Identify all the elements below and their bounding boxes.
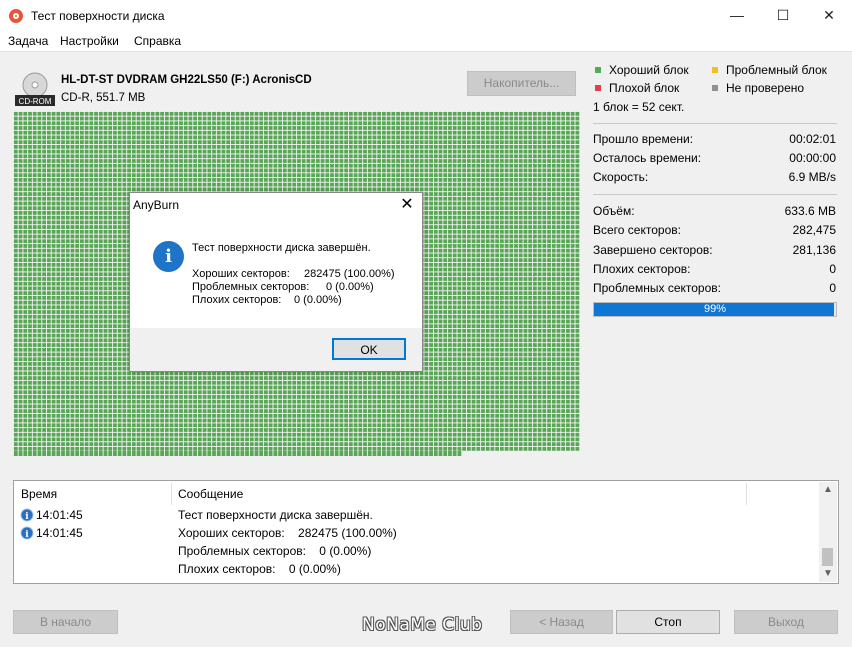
column-separator[interactable] <box>171 483 172 505</box>
exit-button[interactable]: Выход <box>734 610 838 634</box>
log-header-message[interactable]: Сообщение <box>178 487 243 501</box>
watermark: NoNaMe Club <box>362 615 483 635</box>
dialog-problem-label: Проблемных секторов: <box>192 281 310 293</box>
elapsed-value: 00:02:01 <box>789 132 836 146</box>
menu-help[interactable]: Справка <box>134 34 181 48</box>
done-sectors-label: Завершено секторов: <box>593 243 713 257</box>
completion-dialog: AnyBurn ✕ i Тест поверхности диска завер… <box>129 192 423 372</box>
log-header-time[interactable]: Время <box>21 487 57 501</box>
drive-name: HL-DT-ST DVDRAM GH22LS50 (F:) AcronisCD <box>61 74 312 86</box>
log-row-message: Хороших секторов: 282475 (100.00%) <box>178 526 397 540</box>
legend-bad: Плохой блок <box>609 81 680 95</box>
stats-divider <box>593 123 837 124</box>
scroll-up-icon[interactable]: ▲ <box>819 484 837 495</box>
block-size-note: 1 блок = 52 сект. <box>593 100 685 114</box>
legend-problem: Проблемный блок <box>726 63 827 77</box>
log-row-message: Плохих секторов: 0 (0.00%) <box>178 562 341 576</box>
volume-label: Объём: <box>593 204 635 218</box>
cd-drive-icon: CD-ROM <box>15 72 55 106</box>
progress-text: 99% <box>703 303 727 315</box>
drive-info: CD-R, 551.7 MB <box>61 92 146 104</box>
bad-sectors-value: 0 <box>829 262 836 276</box>
dialog-title: AnyBurn <box>133 198 180 212</box>
remaining-label: Осталось времени: <box>593 151 702 165</box>
scroll-down-icon[interactable]: ▼ <box>819 568 837 579</box>
app-icon <box>9 9 23 23</box>
problem-sectors-label: Проблемных секторов: <box>593 281 721 295</box>
problem-sectors-value: 0 <box>829 281 836 295</box>
info-icon: i <box>20 526 34 540</box>
window-title: Тест поверхности диска <box>31 9 165 23</box>
log-row-message: Тест поверхности диска завершён. <box>178 508 373 522</box>
ok-button[interactable]: OK <box>332 338 406 360</box>
dialog-good-value: 282475 (100.00%) <box>304 268 395 280</box>
stop-button[interactable]: Стоп <box>616 610 720 634</box>
menu-settings[interactable]: Настройки <box>60 34 119 48</box>
log-panel: Время Сообщение i 14:01:45 Тест поверхно… <box>13 480 839 584</box>
menu-task[interactable]: Задача <box>8 34 48 48</box>
start-button[interactable]: В начало <box>13 610 118 634</box>
scroll-thumb[interactable] <box>822 548 833 566</box>
dialog-problem-value: 0 (0.00%) <box>326 281 374 293</box>
elapsed-label: Прошло времени: <box>593 132 694 146</box>
speed-label: Скорость: <box>593 170 649 184</box>
log-row-time: 14:01:45 <box>36 526 83 540</box>
dialog-good-label: Хороших секторов: <box>192 268 290 280</box>
unchecked-block-swatch <box>712 85 718 91</box>
legend-good: Хороший блок <box>609 63 689 77</box>
volume-value: 633.6 MB <box>784 204 836 218</box>
dialog-message: Тест поверхности диска завершён. <box>192 242 371 254</box>
cd-rom-badge: CD-ROM <box>19 97 52 106</box>
drive-select-button[interactable]: Накопитель... <box>467 71 576 96</box>
dialog-bad-value: 0 (0.00%) <box>294 294 342 306</box>
minimize-button[interactable]: — <box>714 0 760 31</box>
dialog-bad-label: Плохих секторов: <box>192 294 282 306</box>
log-scrollbar[interactable]: ▲ ▼ <box>819 482 837 582</box>
close-button[interactable]: ✕ <box>806 0 852 31</box>
svg-text:i: i <box>25 530 29 540</box>
info-icon: i <box>153 241 184 272</box>
problem-block-swatch <box>712 67 718 73</box>
svg-text:i: i <box>25 512 29 522</box>
total-sectors-label: Всего секторов: <box>593 223 681 237</box>
maximize-button[interactable]: ☐ <box>760 0 806 31</box>
dialog-close-icon[interactable]: ✕ <box>392 193 422 217</box>
bad-sectors-label: Плохих секторов: <box>593 262 691 276</box>
total-sectors-value: 282,475 <box>792 223 836 237</box>
stats-divider <box>593 194 837 195</box>
good-block-swatch <box>595 67 601 73</box>
progress-bar: 99% <box>593 302 837 317</box>
block-map-last-row <box>13 451 462 456</box>
speed-value: 6.9 MB/s <box>788 170 836 184</box>
info-icon: i <box>20 508 34 522</box>
back-button[interactable]: < Назад <box>510 610 613 634</box>
bad-block-swatch <box>595 85 601 91</box>
log-row-time: 14:01:45 <box>36 508 83 522</box>
remaining-value: 00:00:00 <box>789 151 836 165</box>
log-row-message: Проблемных секторов: 0 (0.00%) <box>178 544 372 558</box>
legend-unchecked: Не проверено <box>726 81 805 95</box>
column-separator[interactable] <box>746 483 747 505</box>
done-sectors-value: 281,136 <box>792 243 836 257</box>
menu-bar <box>0 31 852 52</box>
